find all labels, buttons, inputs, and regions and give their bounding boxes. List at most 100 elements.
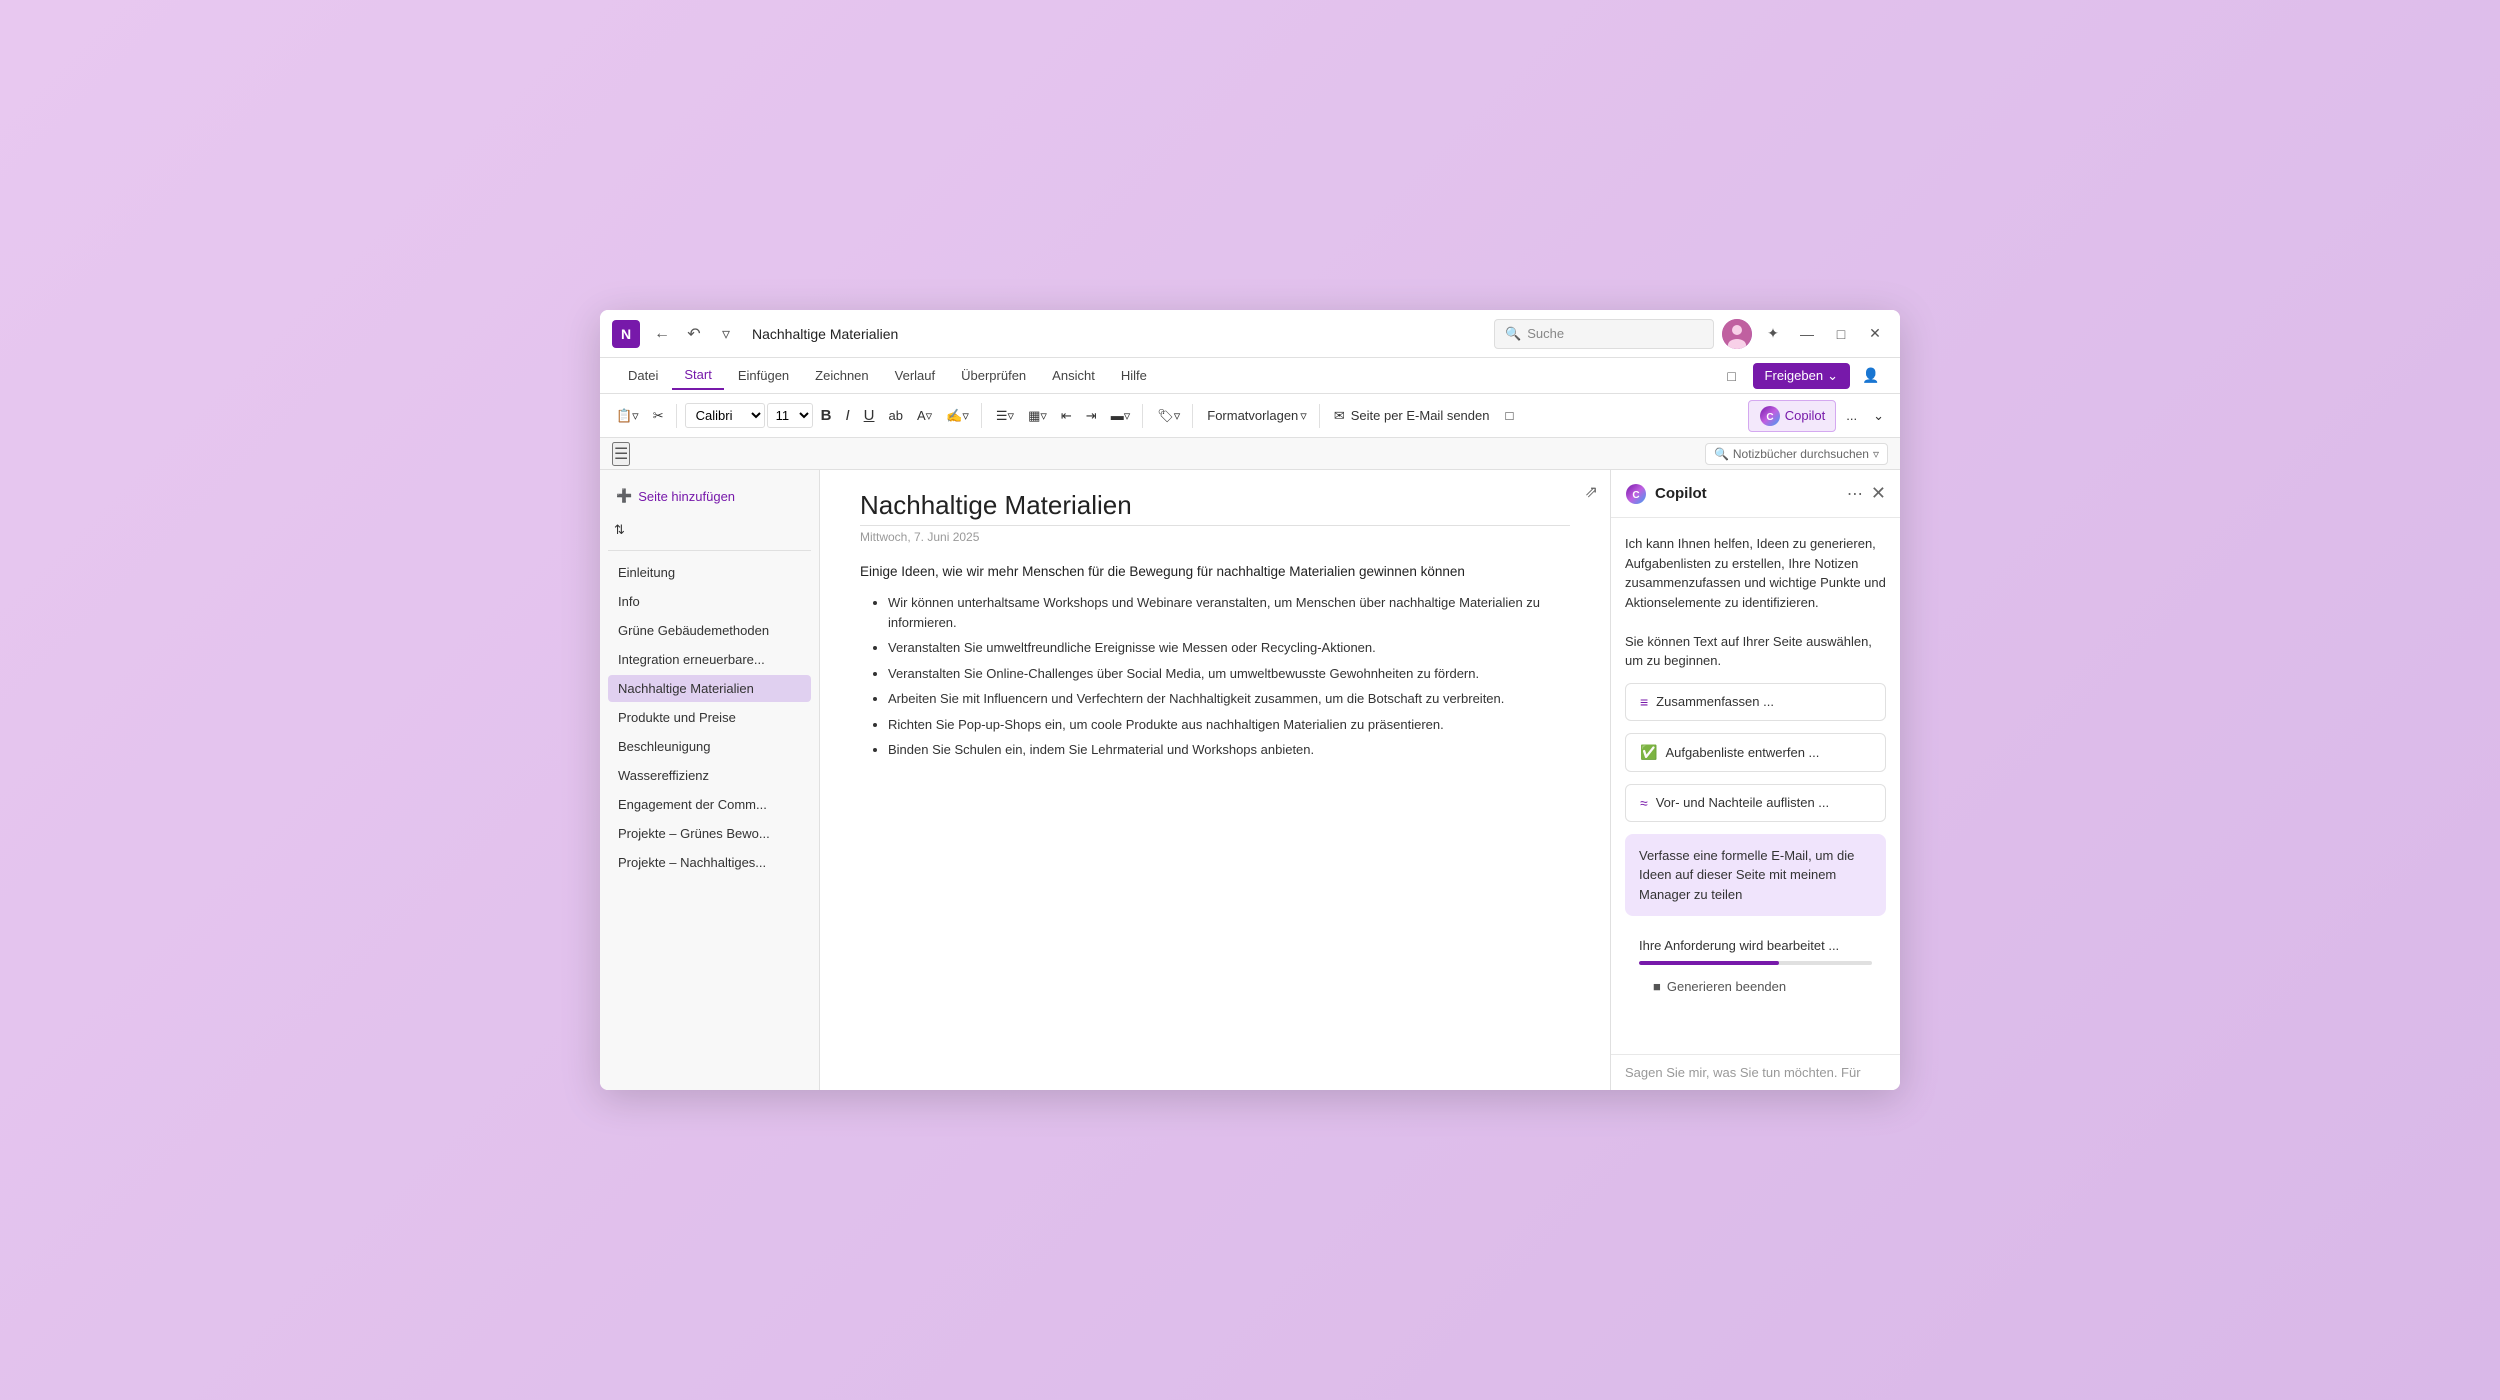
collapse-toolbar-button[interactable]: ⌄ <box>1867 404 1890 428</box>
minimize-button[interactable]: — <box>1794 321 1820 347</box>
sidebar-item-projekte-gruenes[interactable]: Projekte – Grünes Bewo... <box>608 820 811 847</box>
strikethrough-button[interactable]: ab <box>882 404 908 427</box>
unordered-list-button[interactable]: ☰▿ <box>990 404 1020 428</box>
sub-toolbar: ☰ 🔍 Notizbücher durchsuchen ▿ <box>600 438 1900 470</box>
sidebar: ➕ Seite hinzufügen ⇅ Einleitung Info Grü… <box>600 470 820 1090</box>
tag-button[interactable]: 🏷▿ <box>1151 404 1186 428</box>
sidebar-item-info[interactable]: Info <box>608 588 811 615</box>
copilot-toolbar-icon: C <box>1759 405 1781 427</box>
expand-ribbon-icon[interactable]: □ <box>1719 363 1745 389</box>
indent-button[interactable]: ⇥ <box>1080 404 1103 428</box>
svg-text:C: C <box>1766 412 1773 423</box>
copilot-toolbar-label: Copilot <box>1785 408 1825 423</box>
diamond-icon-button[interactable]: ✦ <box>1760 321 1786 347</box>
bold-button[interactable]: B <box>815 403 838 428</box>
bullet-item-3: Arbeiten Sie mit Influencern und Verfech… <box>888 689 1570 709</box>
email-icon: ✉ <box>1334 408 1345 424</box>
notebook-search-icon: 🔍 <box>1714 447 1729 461</box>
summarize-icon: ≡ <box>1640 694 1648 710</box>
search-placeholder: Suche <box>1527 326 1564 341</box>
stop-generate-label: Generieren beenden <box>1667 979 1786 994</box>
page-intro: Einige Ideen, wie wir mehr Menschen für … <box>860 564 1570 579</box>
tab-einfuegen[interactable]: Einfügen <box>726 362 801 389</box>
copilot-menu-button[interactable]: ⋯ <box>1847 484 1863 504</box>
copilot-user-message: Verfasse eine formelle E-Mail, um die Id… <box>1625 834 1886 917</box>
copilot-body: Ich kann Ihnen helfen, Ideen zu generier… <box>1611 518 1900 1054</box>
redo-button[interactable]: ▿ <box>712 320 740 348</box>
add-page-button[interactable]: ➕ Seite hinzufügen <box>608 482 811 510</box>
person-icon-button[interactable]: 👤 <box>1858 363 1884 389</box>
underline-button[interactable]: U <box>858 403 881 428</box>
sidebar-item-projekte-nachhaltiges[interactable]: Projekte – Nachhaltiges... <box>608 849 811 876</box>
toolbar: 📋▿ ✂ Calibri 11 B I U ab A▿ ✍▿ ☰▿ ▦▿ ⇤ ⇥… <box>600 394 1900 438</box>
copilot-summarize-button[interactable]: ≡ Zusammenfassen ... <box>1625 683 1886 721</box>
layout-button[interactable]: □ <box>1499 404 1519 427</box>
share-button[interactable]: Freigeben ⌄ <box>1753 363 1850 389</box>
tab-verlauf[interactable]: Verlauf <box>883 362 947 389</box>
sidebar-item-gruene-gebaeude[interactable]: Grüne Gebäudemethoden <box>608 617 811 644</box>
copilot-tasklist-button[interactable]: ✅ Aufgabenliste entwerfen ... <box>1625 733 1886 772</box>
copilot-toolbar-button[interactable]: C Copilot <box>1748 400 1836 432</box>
page-title: Nachhaltige Materialien <box>860 490 1570 526</box>
sidebar-item-wasser[interactable]: Wassereffizienz <box>608 762 811 789</box>
sidebar-item-produkte[interactable]: Produkte und Preise <box>608 704 811 731</box>
email-page-button[interactable]: ✉ Seite per E-Mail senden <box>1328 404 1496 428</box>
highlight-button[interactable]: ✍▿ <box>940 404 975 428</box>
bullet-list: Wir können unterhaltsame Workshops und W… <box>860 593 1570 760</box>
tab-datei[interactable]: Datei <box>616 362 670 389</box>
hamburger-menu-button[interactable]: ☰ <box>612 442 630 466</box>
copilot-tasklist-label: Aufgabenliste entwerfen ... <box>1665 745 1819 760</box>
format-painter-button[interactable]: ✂ <box>647 404 670 428</box>
font-selector[interactable]: Calibri <box>685 403 765 428</box>
notebook-search[interactable]: 🔍 Notizbücher durchsuchen ▿ <box>1705 443 1888 465</box>
ordered-list-button[interactable]: ▦▿ <box>1022 404 1053 428</box>
tab-hilfe[interactable]: Hilfe <box>1109 362 1159 389</box>
back-button[interactable]: ← <box>648 320 676 348</box>
sidebar-item-beschleunigung[interactable]: Beschleunigung <box>608 733 811 760</box>
maximize-button[interactable]: □ <box>1828 321 1854 347</box>
copilot-pros-cons-label: Vor- und Nachteile auflisten ... <box>1656 795 1829 810</box>
title-bar-nav: ← ↶ ▿ <box>648 320 740 348</box>
sidebar-item-einleitung[interactable]: Einleitung <box>608 559 811 586</box>
expand-button[interactable]: ⇗ <box>1585 482 1598 502</box>
onenote-logo-text: N <box>621 326 631 342</box>
copilot-panel-title: Copilot <box>1655 485 1839 502</box>
sort-pages-button[interactable]: ⇅ <box>608 518 631 542</box>
styles-group: Formatvorlagen▿ <box>1201 404 1320 428</box>
italic-button[interactable]: I <box>839 403 855 428</box>
close-button[interactable]: ✕ <box>1862 321 1888 347</box>
tab-start[interactable]: Start <box>672 361 723 390</box>
sidebar-divider <box>608 550 811 551</box>
svg-text:C: C <box>1632 490 1639 501</box>
sidebar-item-engagement[interactable]: Engagement der Comm... <box>608 791 811 818</box>
sidebar-item-nachhaltige[interactable]: Nachhaltige Materialien <box>608 675 811 702</box>
tab-ansicht[interactable]: Ansicht <box>1040 362 1107 389</box>
copilot-close-button[interactable]: ✕ <box>1871 483 1886 504</box>
content-area: ⇗ Nachhaltige Materialien Mittwoch, 7. J… <box>820 470 1610 1090</box>
copilot-input[interactable]: Sagen Sie mir, was Sie tun möchten. Für <box>1625 1065 1886 1080</box>
clipboard-button[interactable]: 📋▿ <box>610 404 645 428</box>
bullet-item-0: Wir können unterhaltsame Workshops und W… <box>888 593 1570 632</box>
sidebar-item-integration[interactable]: Integration erneuerbare... <box>608 646 811 673</box>
notebook-search-placeholder: Notizbücher durchsuchen <box>1733 447 1869 461</box>
align-button[interactable]: ▬▿ <box>1105 404 1137 428</box>
stop-generate-button[interactable]: ■ Generieren beenden <box>1639 973 1800 1000</box>
font-size-selector[interactable]: 11 <box>767 403 813 428</box>
more-toolbar-button[interactable]: ... <box>1840 404 1863 427</box>
format-styles-button[interactable]: Formatvorlagen▿ <box>1201 404 1313 428</box>
processing-bar-bg <box>1639 961 1872 965</box>
copilot-pros-cons-button[interactable]: ≈ Vor- und Nachteile auflisten ... <box>1625 784 1886 822</box>
tab-ueberpruefen[interactable]: Überprüfen <box>949 362 1038 389</box>
avatar <box>1722 319 1752 349</box>
font-group: Calibri 11 B I U ab A▿ ✍▿ <box>685 403 982 428</box>
copilot-panel-icon: C <box>1625 483 1647 505</box>
search-bar[interactable]: 🔍 Suche <box>1494 319 1714 349</box>
outdent-button[interactable]: ⇤ <box>1055 404 1078 428</box>
title-bar-left: N ← ↶ ▿ Nachhaltige Materialien <box>612 320 1486 348</box>
onenote-logo: N <box>612 320 640 348</box>
font-color-button[interactable]: A▿ <box>911 404 938 428</box>
tab-zeichnen[interactable]: Zeichnen <box>803 362 880 389</box>
processing-bar <box>1639 961 1779 965</box>
undo-button[interactable]: ↶ <box>680 320 708 348</box>
bullet-item-4: Richten Sie Pop-up-Shops ein, um coole P… <box>888 715 1570 735</box>
